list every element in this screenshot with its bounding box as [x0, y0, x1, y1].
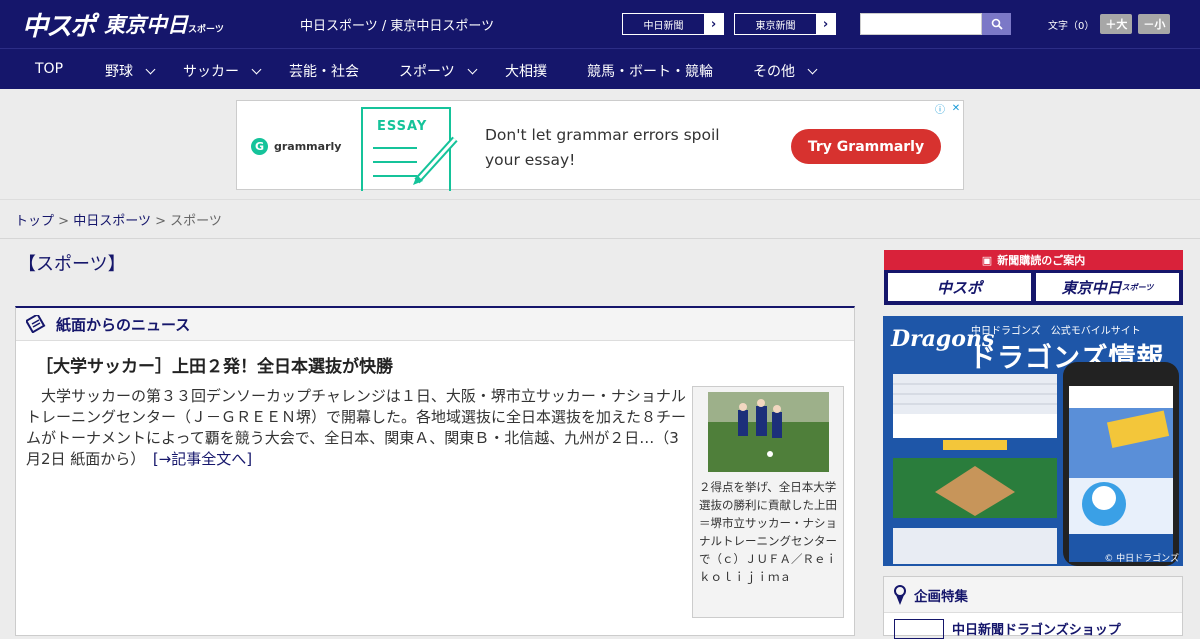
tokyo-chunichi-logo: 東京中日スポーツ — [104, 13, 224, 37]
search-input[interactable] — [860, 13, 982, 35]
grammarly-logo: G grammarly — [251, 138, 341, 155]
nav-item-other[interactable]: その他 — [753, 61, 818, 81]
chuspo-logo: 中スポ — [22, 11, 96, 42]
site-logo[interactable]: 中スポ 東京中日スポーツ — [22, 8, 224, 42]
font-size-label: 文字（0） — [1048, 20, 1095, 32]
nav-item-soccer[interactable]: サッカー — [183, 61, 262, 81]
arrow-right-icon: › — [816, 14, 835, 34]
font-size-control: 文字（0） ＋大 －小 — [1048, 14, 1171, 34]
ad-choices: ⓘ ✕ — [933, 101, 963, 116]
search-button[interactable] — [982, 13, 1011, 35]
newspaper-icon — [26, 315, 46, 333]
search-icon — [991, 18, 1003, 30]
pencil-icon — [413, 136, 458, 185]
nav-item-entertainment[interactable]: 芸能・社会 — [289, 61, 359, 81]
ad-close-icon[interactable]: ✕ — [949, 101, 963, 115]
chevron-down-icon — [145, 64, 156, 74]
newspaper-icon: ▣ — [981, 253, 993, 267]
section-title: 紙面からのニュース — [56, 315, 191, 334]
essay-label: ESSAY — [377, 119, 428, 134]
ad-area: G grammarly ESSAY Don't let grammar erro… — [0, 89, 1200, 200]
search-box — [860, 13, 1011, 35]
article-title[interactable]: ［大学サッカー］上田２発！全日本選抜が快勝 — [36, 352, 393, 377]
ribbon-icon — [894, 584, 906, 605]
grammarly-icon: G — [251, 138, 268, 155]
subscription-banner: ▣ 新聞購読のご案内 中スポ 東京中日 スポーツ — [884, 250, 1183, 305]
subscription-header: ▣ 新聞購読のご案内 — [884, 250, 1183, 270]
nav-item-sports[interactable]: スポーツ — [399, 61, 478, 81]
main-nav: TOP 野球 サッカー 芸能・社会 スポーツ 大相撲 競馬・ボート・競輪 その他 — [0, 48, 1200, 89]
feature-header: 企画特集 — [884, 577, 1182, 613]
nav-item-top[interactable]: TOP — [35, 61, 63, 77]
top-header: 中スポ 東京中日スポーツ 中日スポーツ / 東京中日スポーツ 中日新聞 › 東京… — [0, 0, 1200, 48]
chevron-down-icon — [467, 64, 478, 74]
nav-item-racing[interactable]: 競馬・ボート・競輪 — [587, 61, 713, 81]
dragons-banner[interactable]: Dragons 中日ドラゴンズ 公式モバイルサイト ドラゴンズ情報 © 中日ドラ… — [883, 316, 1183, 566]
subscribe-chuspo-button[interactable]: 中スポ — [888, 273, 1031, 301]
divider — [0, 238, 1200, 239]
photo-caption: ２得点を挙げ、全日本大学選抜の勝利に貢献した上田＝堺市立サッカー・ナショナルトレ… — [699, 480, 837, 584]
article-summary: 大学サッカーの第３３回デンソーカップチャレンジは１日、大阪・堺市立サッカー・ナシ… — [26, 387, 687, 468]
chevron-down-icon — [251, 64, 262, 74]
section-header: 紙面からのニュース — [16, 308, 854, 341]
ad-info-icon[interactable]: ⓘ — [933, 101, 947, 116]
nav-item-sumo[interactable]: 大相撲 — [505, 61, 547, 81]
news-section: 紙面からのニュース ［大学サッカー］上田２発！全日本選抜が快勝 大学サッカーの第… — [15, 306, 855, 636]
site-name: 中日スポーツ / 東京中日スポーツ — [300, 19, 495, 34]
phone-illustration — [1063, 362, 1179, 566]
dragons-subtitle: 中日ドラゴンズ 公式モバイルサイト — [971, 326, 1141, 337]
feature-item[interactable]: 中日新聞ドラゴンズショップ — [894, 619, 1121, 639]
feature-section: 企画特集 中日新聞ドラゴンズショップ — [883, 576, 1183, 639]
breadcrumb: トップ > 中日スポーツ > スポーツ — [15, 214, 222, 229]
nav-item-baseball[interactable]: 野球 — [105, 61, 156, 81]
feature-item-label: 中日新聞ドラゴンズショップ — [952, 623, 1121, 638]
arrow-right-icon: › — [704, 14, 723, 34]
subscribe-tokyo-chunichi-button[interactable]: 東京中日 スポーツ — [1036, 273, 1179, 301]
scoreboard-illustration — [893, 374, 1057, 564]
grammarly-ad[interactable]: G grammarly ESSAY Don't let grammar erro… — [236, 100, 964, 191]
try-grammarly-button[interactable]: Try Grammarly — [791, 129, 941, 164]
font-larger-button[interactable]: ＋大 — [1100, 14, 1133, 34]
article-photo[interactable] — [708, 392, 829, 472]
essay-illustration: ESSAY — [361, 107, 458, 191]
chevron-down-icon — [807, 64, 818, 74]
feature-title: 企画特集 — [914, 588, 968, 605]
font-smaller-button[interactable]: －小 — [1138, 14, 1171, 34]
breadcrumb-chunichi-sports[interactable]: 中日スポーツ — [73, 214, 151, 229]
read-more-link[interactable]: [→記事全文へ] — [153, 450, 252, 468]
page-title: 【スポーツ】 — [18, 254, 126, 275]
dragons-copyright: © 中日ドラゴンズ — [1104, 554, 1179, 564]
article-photo-box: ２得点を挙げ、全日本大学選抜の勝利に貢献した上田＝堺市立サッカー・ナショナルトレ… — [692, 386, 844, 618]
feature-thumbnail — [894, 619, 944, 639]
ad-headline: Don't let grammar errors spoil your essa… — [485, 126, 720, 169]
breadcrumb-current: スポーツ — [170, 214, 222, 229]
chunichi-shimbun-link[interactable]: 中日新聞 › — [622, 13, 724, 35]
tokyo-shimbun-link[interactable]: 東京新聞 › — [734, 13, 836, 35]
breadcrumb-top[interactable]: トップ — [15, 214, 54, 229]
